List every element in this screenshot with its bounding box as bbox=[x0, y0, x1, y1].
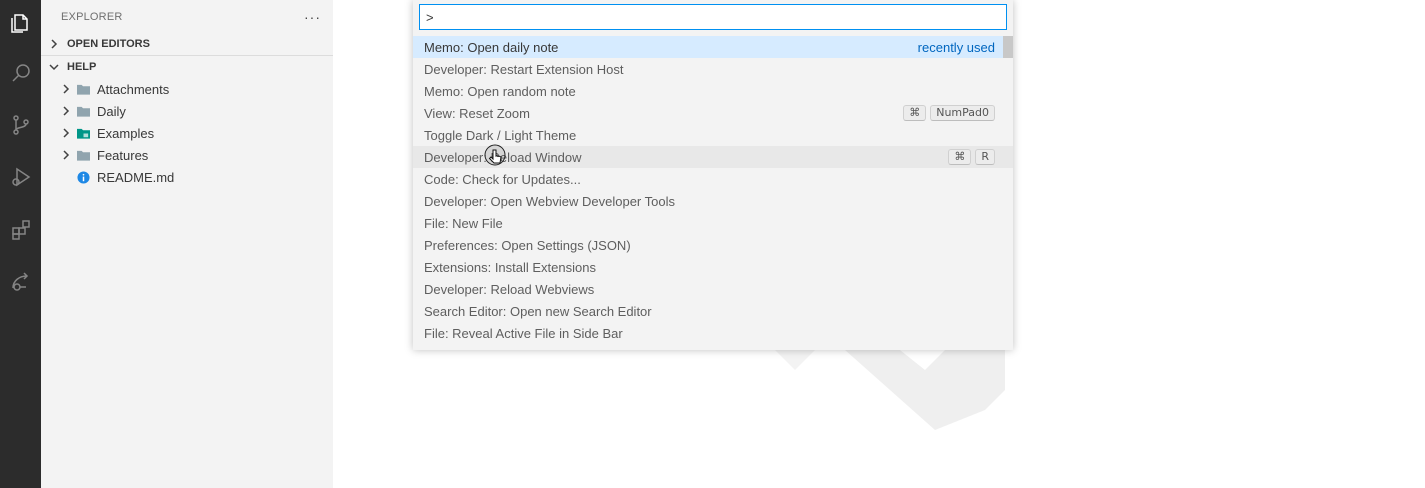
command-item[interactable]: Code: Check for Updates... bbox=[413, 168, 1013, 190]
chevron-down-icon bbox=[47, 60, 61, 74]
activity-bar bbox=[0, 0, 41, 488]
command-item[interactable]: Developer: Reload Webviews bbox=[413, 278, 1013, 300]
tree-item-label: README.md bbox=[97, 169, 175, 185]
command-item[interactable]: Toggle Dark / Light Theme bbox=[413, 124, 1013, 146]
command-item[interactable]: View: Reset Zoom ⌘ NumPad0 bbox=[413, 102, 1013, 124]
tree-item-attachments[interactable]: Attachments bbox=[41, 78, 333, 100]
command-item[interactable]: File: New File bbox=[413, 212, 1013, 234]
command-label: Developer: Open Webview Developer Tools bbox=[424, 193, 675, 209]
extensions-icon[interactable] bbox=[0, 208, 41, 252]
explorer-icon[interactable] bbox=[0, 0, 41, 44]
command-item[interactable]: Developer: Restart Extension Host bbox=[413, 58, 1013, 80]
chevron-right-icon bbox=[59, 148, 73, 162]
tree-item-label: Features bbox=[97, 147, 149, 163]
command-palette-input[interactable] bbox=[419, 4, 1007, 30]
command-label: Preferences: Open Settings (JSON) bbox=[424, 237, 631, 253]
command-label: Search Editor: Open new Search Editor bbox=[424, 303, 652, 319]
recently-used-badge: recently used bbox=[917, 39, 995, 55]
key-cap: R bbox=[975, 149, 995, 165]
command-label: View: Reset Zoom bbox=[424, 105, 530, 121]
folder-icon bbox=[75, 104, 91, 118]
command-item[interactable]: File: Reveal Active File in Side Bar bbox=[413, 322, 1013, 344]
chevron-right-icon bbox=[59, 126, 73, 140]
more-actions-button[interactable]: ··· bbox=[304, 10, 321, 24]
keybinding: ⌘ NumPad0 bbox=[903, 105, 995, 121]
info-icon bbox=[75, 170, 91, 184]
tree-item-label: Daily bbox=[97, 103, 126, 119]
command-item[interactable]: Extensions: Install Extensions bbox=[413, 256, 1013, 278]
chevron-right-icon bbox=[59, 104, 73, 118]
key-cap: ⌘ bbox=[948, 149, 972, 165]
command-item[interactable]: Memo: Open daily note recently used bbox=[413, 36, 1013, 58]
key-cap: NumPad0 bbox=[930, 105, 995, 121]
command-item[interactable]: Developer: Reload Window ⌘ R bbox=[413, 146, 1013, 168]
command-label: Extensions: Install Extensions bbox=[424, 259, 596, 275]
command-label: Developer: Reload Webviews bbox=[424, 281, 595, 297]
command-item[interactable]: Preferences: Open Settings (JSON) bbox=[413, 234, 1013, 256]
keybinding: ⌘ R bbox=[948, 149, 995, 165]
tree-item-examples[interactable]: Examples bbox=[41, 122, 333, 144]
chevron-right-icon bbox=[59, 82, 73, 96]
command-label: File: Reveal Active File in Side Bar bbox=[424, 325, 623, 341]
section-help[interactable]: HELP bbox=[41, 56, 333, 78]
tree-item-label: Examples bbox=[97, 125, 155, 141]
tree-item-label: Attachments bbox=[97, 81, 170, 97]
command-item[interactable]: Developer: Open Webview Developer Tools bbox=[413, 190, 1013, 212]
key-cap: ⌘ bbox=[903, 105, 927, 121]
command-meta: recently used bbox=[918, 40, 995, 55]
tree-item-features[interactable]: Features bbox=[41, 144, 333, 166]
command-list: Memo: Open daily note recently used Deve… bbox=[413, 36, 1013, 344]
command-label: File: New File bbox=[424, 215, 503, 231]
scrollbar[interactable] bbox=[1003, 36, 1013, 58]
command-label: Toggle Dark / Light Theme bbox=[424, 127, 577, 143]
command-label: Memo: Open random note bbox=[424, 83, 576, 99]
section-label: OPEN EDITORS bbox=[67, 38, 150, 50]
section-open-editors[interactable]: OPEN EDITORS bbox=[41, 33, 333, 55]
command-label: Memo: Open daily note bbox=[424, 39, 559, 55]
search-icon[interactable] bbox=[0, 51, 41, 95]
folder-special-icon bbox=[75, 126, 91, 140]
command-label: Developer: Restart Extension Host bbox=[424, 61, 624, 77]
command-label: Code: Check for Updates... bbox=[424, 171, 581, 187]
run-debug-icon[interactable] bbox=[0, 155, 41, 199]
folder-icon bbox=[75, 148, 91, 162]
remote-explorer-icon[interactable] bbox=[0, 260, 41, 304]
tree-item-daily[interactable]: Daily bbox=[41, 100, 333, 122]
sidebar-title: EXPLORER bbox=[61, 10, 123, 23]
tree-item-readme[interactable]: README.md bbox=[41, 166, 333, 188]
chevron-right-icon bbox=[47, 37, 61, 51]
command-palette: Memo: Open daily note recently used Deve… bbox=[413, 0, 1013, 350]
explorer-sidebar: EXPLORER ··· OPEN EDITORS HELP Attachmen… bbox=[41, 0, 333, 488]
command-item[interactable]: Memo: Open random note bbox=[413, 80, 1013, 102]
command-label: Developer: Reload Window bbox=[424, 149, 582, 165]
command-item[interactable]: Search Editor: Open new Search Editor bbox=[413, 300, 1013, 322]
section-label: HELP bbox=[67, 61, 97, 73]
source-control-icon[interactable] bbox=[0, 103, 41, 147]
sidebar-header: EXPLORER ··· bbox=[41, 0, 333, 33]
folder-icon bbox=[75, 82, 91, 96]
